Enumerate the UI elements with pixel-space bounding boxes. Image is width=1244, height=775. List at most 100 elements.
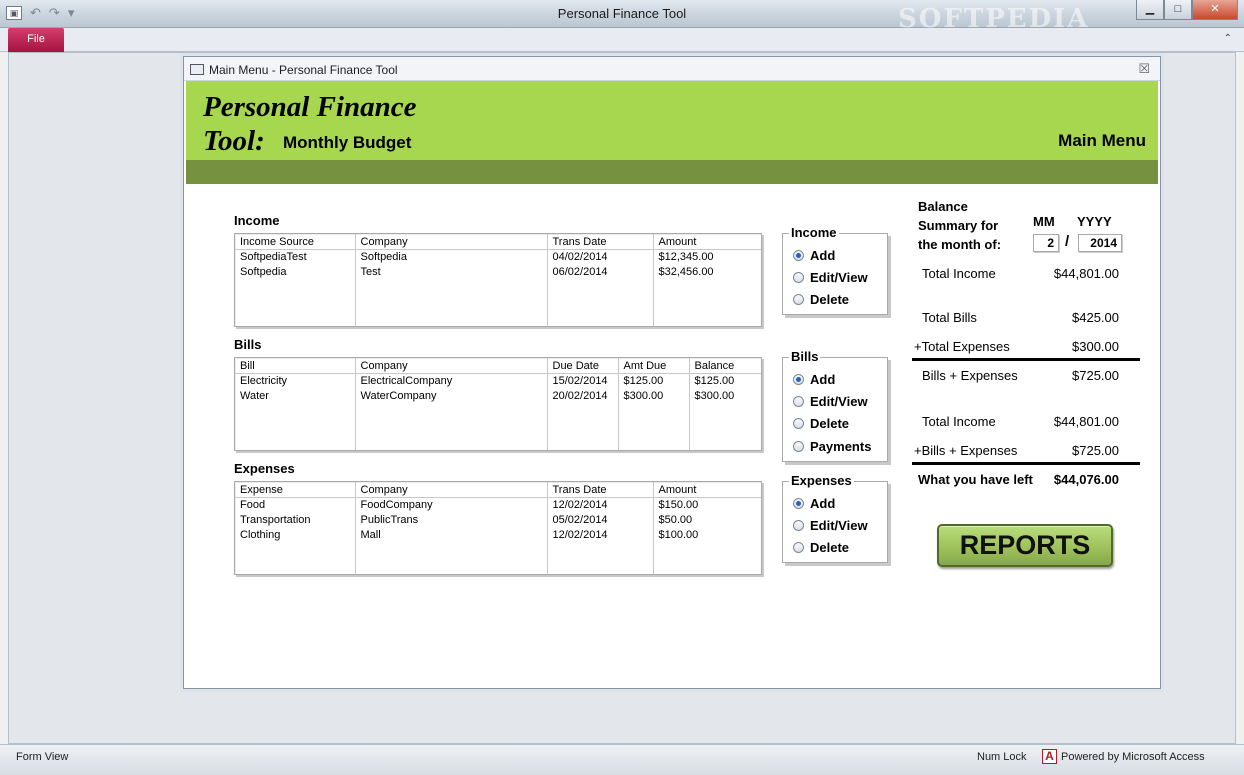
date-separator: / bbox=[1065, 233, 1070, 250]
cell: Softpedia bbox=[240, 265, 287, 278]
empty-cell bbox=[546, 403, 618, 450]
radio-label: Delete bbox=[810, 416, 850, 431]
expenses-list[interactable]: Expense Company Trans Date Amount Food F… bbox=[234, 481, 762, 575]
bills-section-label: Bills bbox=[234, 337, 262, 352]
app-titlebar: ▣ ↶ ↷ ▾ Personal Finance Tool SOFTPEDIA … bbox=[0, 0, 1244, 34]
bills-edit-view-radio[interactable]: Edit/View bbox=[793, 394, 868, 409]
cell: Water bbox=[240, 389, 269, 402]
empty-cell bbox=[235, 403, 355, 450]
table-row[interactable]: Water WaterCompany 20/02/2014 $300.00 $3… bbox=[235, 388, 761, 403]
total-income-label-2: Total Income bbox=[922, 414, 996, 429]
table-row[interactable]: Electricity ElectricalCompany 15/02/2014… bbox=[235, 373, 761, 388]
expenses-col-amount[interactable]: Amount bbox=[652, 482, 761, 498]
expenses-delete-radio[interactable]: Delete bbox=[793, 540, 849, 555]
cell: $125.00 bbox=[617, 373, 689, 388]
income-col-source[interactable]: Income Source bbox=[235, 234, 355, 250]
cell: $150.00 bbox=[652, 497, 761, 512]
income-list[interactable]: Income Source Company Trans Date Amount … bbox=[234, 233, 762, 327]
income-col-amount[interactable]: Amount bbox=[652, 234, 761, 250]
table-row[interactable]: Clothing Mall 12/02/2014 $100.00 bbox=[235, 527, 761, 542]
close-button[interactable]: ✕ bbox=[1192, 0, 1238, 20]
empty-cell bbox=[652, 542, 761, 574]
year-field[interactable]: 2014 bbox=[1078, 234, 1122, 252]
expenses-section-label: Expenses bbox=[234, 461, 295, 476]
cell: $100.00 bbox=[652, 527, 761, 542]
expenses-group-label: Expenses bbox=[789, 473, 854, 488]
bills-expenses-value: $725.00 bbox=[1072, 368, 1119, 383]
cell: 12/02/2014 bbox=[546, 497, 653, 512]
total-income-label: Total Income bbox=[922, 266, 996, 281]
radio-selected-icon bbox=[793, 498, 804, 509]
ribbon: File ⌃ bbox=[0, 28, 1244, 52]
form-icon bbox=[190, 64, 204, 75]
bills-col-bill[interactable]: Bill bbox=[235, 358, 355, 374]
radio-icon bbox=[793, 396, 804, 407]
header-band bbox=[186, 160, 1158, 184]
expenses-add-radio[interactable]: Add bbox=[793, 496, 835, 511]
ribbon-collapse-icon[interactable]: ⌃ bbox=[1224, 33, 1232, 44]
empty-cell bbox=[354, 403, 547, 450]
income-col-date[interactable]: Trans Date bbox=[546, 234, 653, 250]
total-income-value: $44,801.00 bbox=[1053, 266, 1119, 281]
cell: Electricity bbox=[240, 374, 288, 387]
bills-col-due-date[interactable]: Due Date bbox=[546, 358, 618, 374]
radio-selected-icon bbox=[793, 250, 804, 261]
month-field[interactable]: 2 bbox=[1033, 234, 1059, 252]
radio-label: Edit/View bbox=[810, 518, 868, 533]
file-tab[interactable]: File bbox=[8, 28, 64, 52]
header-banner: Personal Finance Tool: Monthly Budget Ma… bbox=[186, 81, 1158, 160]
balance-summary-title: Balance Summary for the month of: bbox=[918, 199, 1002, 252]
form-close-icon[interactable]: ☒ bbox=[1138, 61, 1150, 77]
income-edit-view-radio[interactable]: Edit/View bbox=[793, 270, 868, 285]
radio-icon bbox=[793, 418, 804, 429]
bills-payments-radio[interactable]: Payments bbox=[793, 439, 871, 454]
bills-col-amt-due[interactable]: Amt Due bbox=[617, 358, 689, 374]
total-bills-value: $425.00 bbox=[1072, 310, 1119, 325]
expenses-col-company[interactable]: Company bbox=[354, 482, 547, 498]
minimize-button[interactable]: ▁ bbox=[1136, 0, 1164, 20]
cell: Clothing bbox=[240, 528, 281, 541]
banner-title-line1: Personal Finance bbox=[203, 91, 417, 123]
income-option-group: Income Add Edit/View Delete bbox=[782, 225, 888, 315]
cell: PublicTrans bbox=[354, 512, 547, 527]
plus-bills-expenses-value: $725.00 bbox=[1072, 443, 1119, 458]
empty-cell bbox=[235, 279, 355, 326]
radio-label: Add bbox=[810, 372, 836, 387]
cell: Food bbox=[240, 498, 266, 511]
plus-bills-expenses-label: +Bills + Expenses bbox=[914, 443, 1018, 458]
cell: Transportation bbox=[240, 513, 311, 526]
bills-list[interactable]: Bill Company Due Date Amt Due Balance El… bbox=[234, 357, 762, 451]
expenses-col-date[interactable]: Trans Date bbox=[546, 482, 653, 498]
radio-label: Edit/View bbox=[810, 394, 868, 409]
cell: $12,345.00 bbox=[652, 249, 761, 264]
table-row[interactable]: Softpedia Test 06/02/2014 $32,456.00 bbox=[235, 264, 761, 279]
income-section-label: Income bbox=[234, 213, 280, 228]
bills-col-balance[interactable]: Balance bbox=[688, 358, 761, 374]
empty-cell bbox=[354, 279, 547, 326]
empty-cell bbox=[652, 279, 761, 326]
income-add-radio[interactable]: Add bbox=[793, 248, 835, 263]
cell: $300.00 bbox=[688, 388, 761, 403]
radio-icon bbox=[793, 520, 804, 531]
radio-label: Payments bbox=[810, 439, 872, 454]
bills-delete-radio[interactable]: Delete bbox=[793, 416, 849, 431]
radio-icon bbox=[793, 272, 804, 283]
table-row[interactable]: Transportation PublicTrans 05/02/2014 $5… bbox=[235, 512, 761, 527]
radio-icon bbox=[793, 294, 804, 305]
cell: 04/02/2014 bbox=[546, 249, 653, 264]
table-row[interactable]: SoftpediaTest Softpedia 04/02/2014 $12,3… bbox=[235, 249, 761, 264]
income-delete-radio[interactable]: Delete bbox=[793, 292, 849, 307]
bills-col-company[interactable]: Company bbox=[354, 358, 547, 374]
expenses-col-expense[interactable]: Expense bbox=[235, 482, 355, 498]
bills-add-radio[interactable]: Add bbox=[793, 372, 835, 387]
empty-cell bbox=[688, 403, 761, 450]
expenses-edit-view-radio[interactable]: Edit/View bbox=[793, 518, 868, 533]
maximize-button[interactable]: □ bbox=[1164, 0, 1192, 20]
empty-cell bbox=[546, 279, 653, 326]
radio-label: Add bbox=[810, 496, 836, 511]
table-row[interactable]: Food FoodCompany 12/02/2014 $150.00 bbox=[235, 497, 761, 512]
main-menu-form: Main Menu - Personal Finance Tool ☒ Pers… bbox=[183, 56, 1161, 689]
income-col-company[interactable]: Company bbox=[354, 234, 547, 250]
cell: 12/02/2014 bbox=[546, 527, 653, 542]
reports-button[interactable]: REPORTS bbox=[937, 524, 1113, 567]
